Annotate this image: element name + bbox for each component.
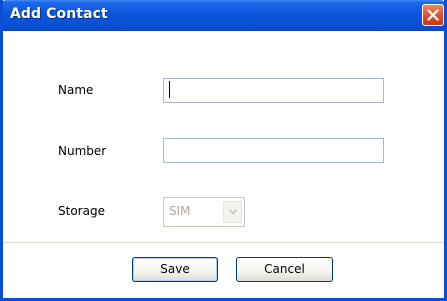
text-caret (169, 81, 170, 98)
add-contact-dialog: Add Contact Name Number Storage SIM Save… (0, 0, 447, 301)
button-separator (3, 242, 444, 243)
dialog-title: Add Contact (10, 6, 108, 22)
name-label: Name (58, 83, 94, 97)
chevron-down-icon (229, 209, 237, 215)
storage-dropdown-button[interactable] (223, 201, 242, 223)
name-input[interactable] (163, 78, 384, 103)
save-button[interactable]: Save (132, 257, 218, 282)
title-bar[interactable]: Add Contact (3, 0, 444, 31)
storage-select[interactable]: SIM (163, 197, 245, 227)
close-icon (427, 9, 439, 21)
number-label: Number (58, 144, 107, 158)
close-button[interactable] (422, 4, 444, 26)
storage-label: Storage (58, 204, 105, 218)
storage-select-value: SIM (169, 204, 191, 218)
number-input[interactable] (163, 138, 384, 163)
cancel-button[interactable]: Cancel (236, 257, 333, 282)
